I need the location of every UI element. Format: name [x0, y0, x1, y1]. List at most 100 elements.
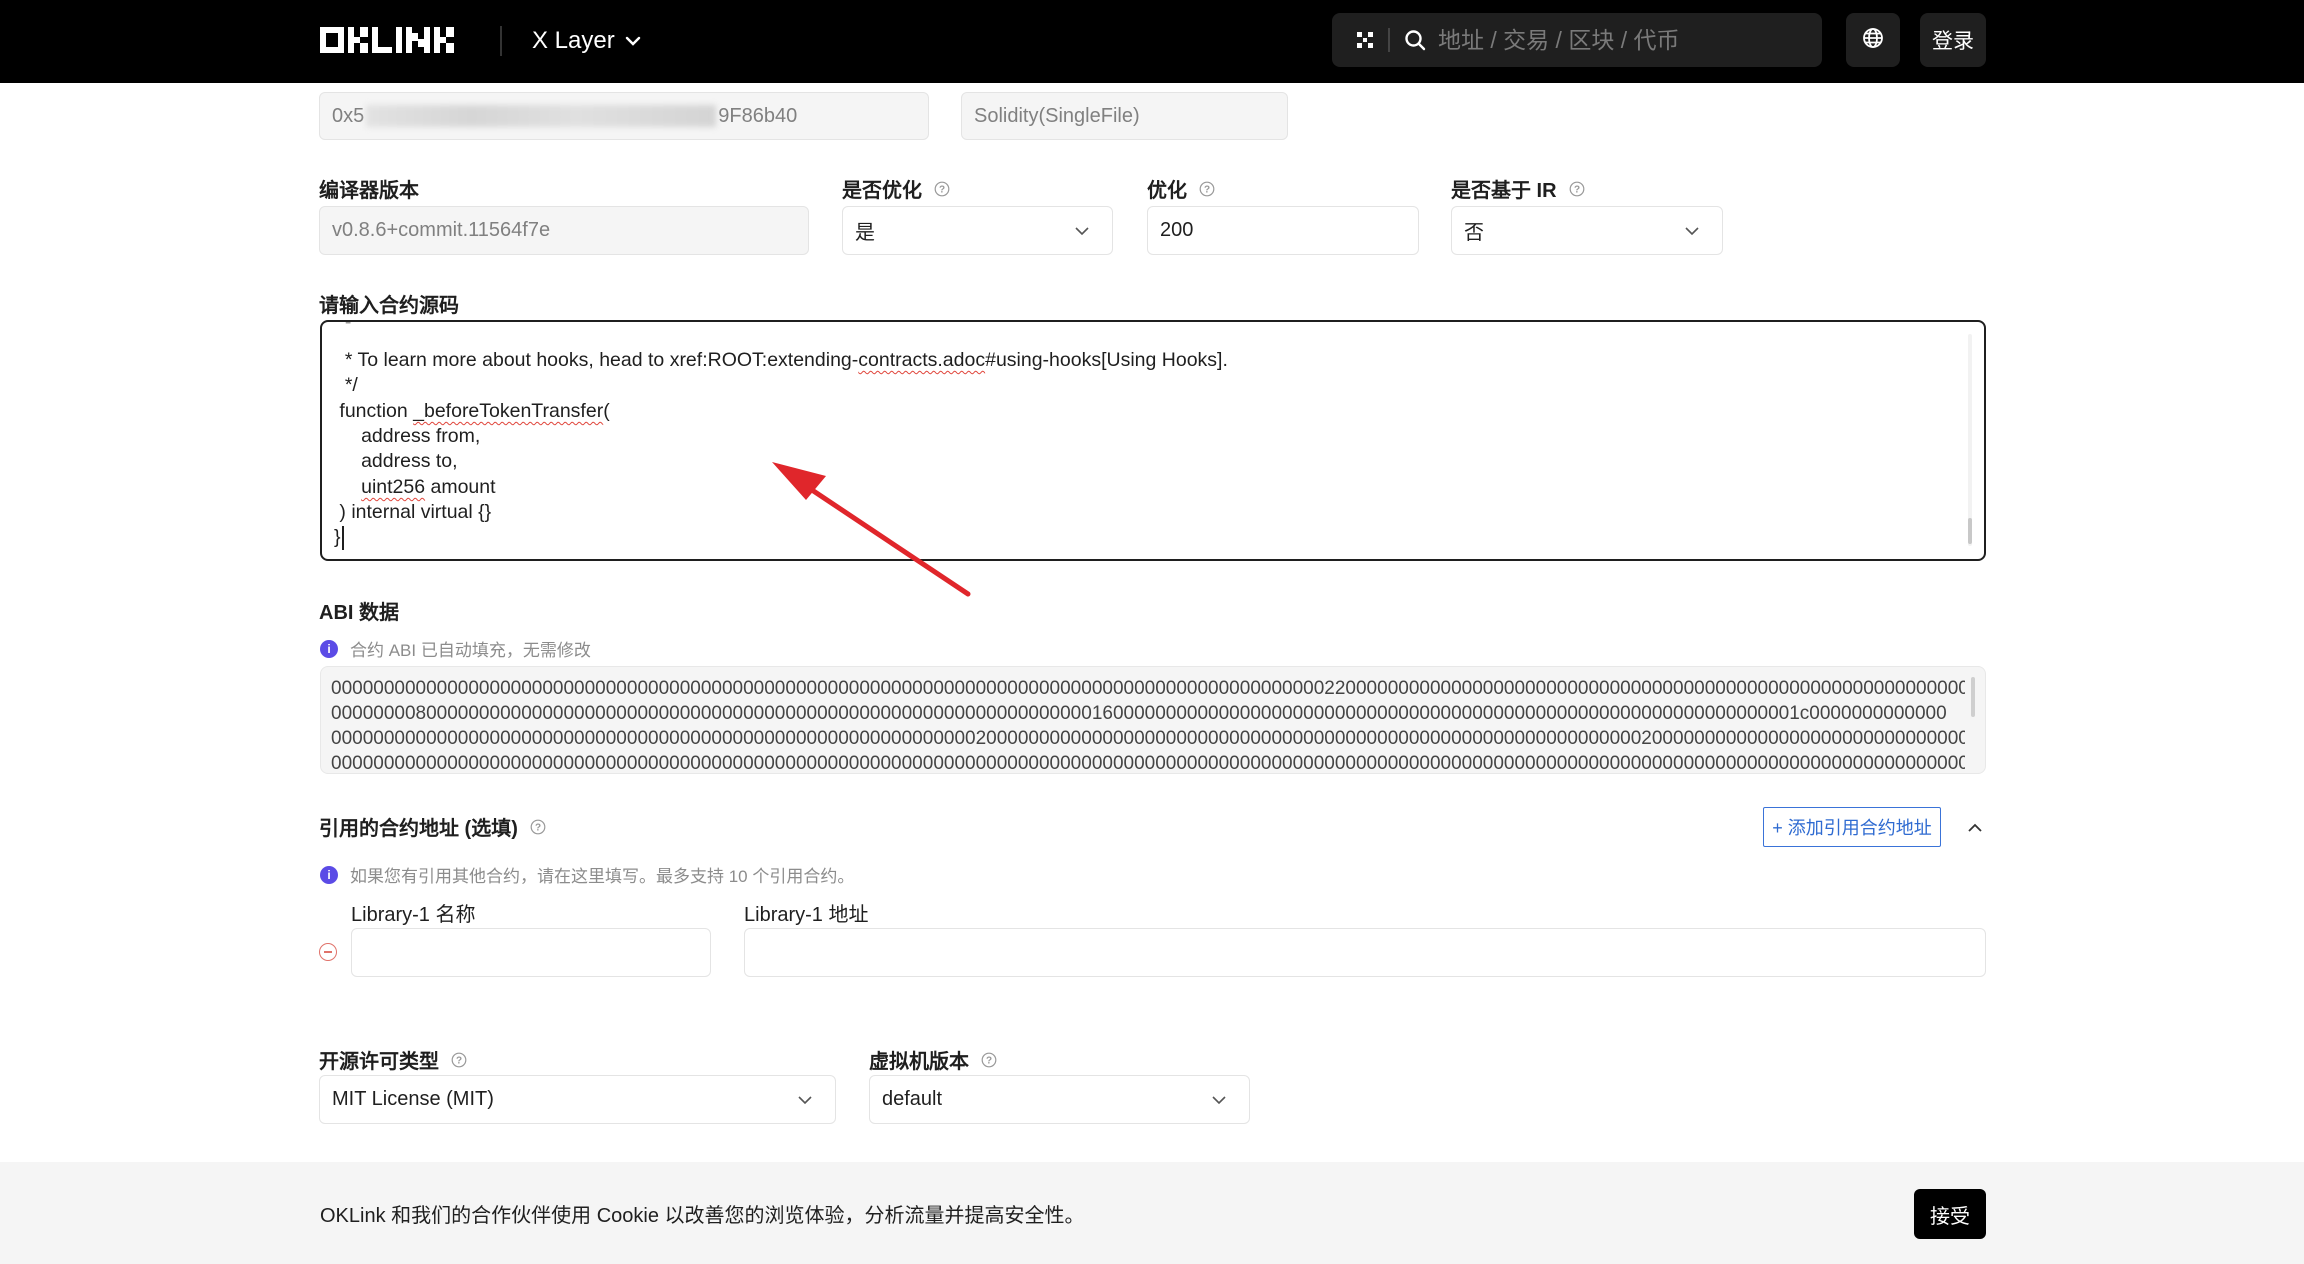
editor-scrollbar[interactable]	[1968, 334, 1972, 546]
search-divider	[1388, 28, 1390, 52]
abi-label: ABI 数据	[319, 596, 399, 625]
network-selector[interactable]: X Layer	[532, 22, 641, 60]
compiler-version-label-text: 编译器版本	[319, 180, 419, 202]
optimize-value: 是	[855, 222, 875, 244]
evm-label-text: 虚拟机版本	[869, 1051, 969, 1073]
evm-select[interactable]: default	[869, 1075, 1250, 1124]
cookie-text: OKLink 和我们的合作伙伴使用 Cookie 以改善您的浏览体验，分析流量并…	[320, 1205, 1085, 1227]
address-redacted	[366, 105, 717, 127]
oklink-logo[interactable]	[320, 25, 466, 55]
scan-icon[interactable]	[1350, 25, 1380, 55]
evm-value: default	[882, 1088, 943, 1110]
code-line: * To learn more about hooks, head to xre…	[334, 349, 1228, 371]
library-name-input[interactable]	[351, 928, 711, 977]
info-icon: i	[320, 865, 338, 884]
license-label-text: 开源许可类型	[319, 1051, 439, 1073]
compiler-type-value: Solidity(SingleFile)	[974, 104, 1140, 127]
closing-brace: }	[334, 526, 341, 548]
abi-note: i 合约 ABI 已自动填充，无需修改	[320, 636, 591, 661]
svg-text:?: ?	[1204, 184, 1210, 195]
runs-label-text: 优化	[1147, 180, 1187, 202]
abi-label-text: ABI 数据	[319, 602, 399, 624]
help-icon[interactable]: ?	[1199, 181, 1215, 197]
help-icon[interactable]: ?	[934, 181, 950, 197]
source-code-editor[interactable]: - * To learn more about hooks, head to x…	[320, 320, 1986, 561]
ir-label-text: 是否基于 IR	[1451, 180, 1557, 202]
svg-text:?: ?	[939, 184, 945, 195]
license-value: MIT License (MIT)	[332, 1088, 494, 1110]
svg-text:?: ?	[456, 1055, 462, 1066]
accept-cookie-button[interactable]: 接受	[1914, 1189, 1986, 1239]
page: X Layer 地址 / 交易 / 区块 / 代币 登录 0x5 9F86b40…	[0, 0, 2304, 1264]
header-divider	[500, 26, 502, 56]
library-address-label: Library-1 地址	[744, 904, 869, 926]
help-icon[interactable]: ?	[451, 1052, 467, 1068]
source-code-label-text: 请输入合约源码	[319, 295, 459, 317]
chevron-down-icon	[625, 36, 641, 46]
svg-text:?: ?	[535, 822, 541, 833]
ir-select[interactable]: 否	[1451, 206, 1723, 255]
editor-scrollbar-thumb[interactable]	[1968, 518, 1972, 544]
text-caret	[341, 525, 344, 550]
cookie-banner: OKLink 和我们的合作伙伴使用 Cookie 以改善您的浏览体验，分析流量并…	[0, 1162, 2304, 1264]
runs-value: 200	[1160, 219, 1194, 241]
info-icon: i	[320, 639, 338, 658]
optimize-label-text: 是否优化	[842, 180, 922, 202]
ir-value: 否	[1464, 222, 1484, 244]
help-icon[interactable]: ?	[1569, 181, 1585, 197]
compiler-version-value: v0.8.6+commit.11564f7e	[332, 219, 551, 241]
compiler-type-field[interactable]: Solidity(SingleFile)	[961, 92, 1288, 140]
address-prefix: 0x5	[332, 104, 365, 127]
optimize-label: 是否优化 ?	[842, 174, 950, 203]
chevron-down-icon	[1684, 226, 1700, 236]
libraries-note: i 如果您有引用其他合约，请在这里填写。最多支持 10 个引用合约。	[320, 862, 854, 887]
network-name: X Layer	[532, 27, 615, 54]
chevron-down-icon	[797, 1095, 813, 1105]
license-label: 开源许可类型 ?	[319, 1045, 467, 1074]
runs-label: 优化 ?	[1147, 174, 1215, 203]
ir-label: 是否基于 IR ?	[1451, 174, 1585, 203]
abi-line: 0000000080000000000000000000000000000000…	[331, 703, 1947, 724]
chevron-down-icon	[1074, 226, 1090, 236]
abi-data-field[interactable]: 0000000000000000000000000000000000000000…	[320, 666, 1986, 774]
abi-line: 0000000000000000000000000000000000000000…	[331, 753, 1965, 774]
svg-text:?: ?	[986, 1055, 992, 1066]
libraries-label-text: 引用的合约地址 (选填)	[319, 818, 518, 840]
source-code-label: 请输入合约源码	[319, 289, 459, 318]
abi-scrollbar[interactable]	[1971, 677, 1975, 717]
search-icon	[1404, 29, 1426, 51]
runs-input[interactable]: 200	[1147, 206, 1419, 255]
login-button[interactable]: 登录	[1920, 13, 1986, 67]
evm-label: 虚拟机版本 ?	[869, 1045, 997, 1074]
library-name-label: Library-1 名称	[351, 904, 476, 926]
search-bar	[1332, 13, 1822, 67]
add-library-button[interactable]: + 添加引用合约地址	[1763, 807, 1941, 847]
libraries-label: 引用的合约地址 (选填) ?	[319, 812, 546, 841]
optimize-select[interactable]: 是	[842, 206, 1113, 255]
abi-note-text: 合约 ABI 已自动填充，无需修改	[350, 641, 591, 660]
help-icon[interactable]: ?	[981, 1052, 997, 1068]
code-line: function _beforeTokenTransfer(	[334, 400, 610, 422]
code-line-partial: -	[334, 320, 352, 333]
language-button[interactable]	[1846, 13, 1900, 67]
license-select[interactable]: MIT License (MIT)	[319, 1075, 836, 1124]
chevron-down-icon	[1211, 1095, 1227, 1105]
compiler-version-field[interactable]: v0.8.6+commit.11564f7e	[319, 206, 809, 255]
globe-icon	[1862, 27, 1884, 54]
help-icon[interactable]: ?	[530, 819, 546, 835]
code-line: uint256 amount	[361, 476, 496, 498]
code-line: address to,	[334, 450, 458, 472]
abi-line: 0000000000000000000000000000000000000000…	[331, 728, 1965, 749]
code-line: ) internal virtual {}	[334, 501, 492, 523]
search-input[interactable]	[1438, 26, 1798, 54]
library-address-input[interactable]	[744, 928, 1986, 977]
chevron-up-icon[interactable]	[1962, 815, 1988, 841]
code-line: */	[334, 374, 358, 396]
top-nav-bar: X Layer 地址 / 交易 / 区块 / 代币 登录	[0, 0, 2304, 83]
contract-address-field[interactable]: 0x5 9F86b40	[319, 92, 929, 140]
remove-library-icon[interactable]	[319, 943, 337, 961]
svg-text:?: ?	[1574, 184, 1580, 195]
code-line-last: }	[334, 525, 344, 550]
abi-line: 0000000000000000000000000000000000000000…	[331, 678, 1965, 699]
libraries-note-text: 如果您有引用其他合约，请在这里填写。最多支持 10 个引用合约。	[350, 867, 855, 886]
